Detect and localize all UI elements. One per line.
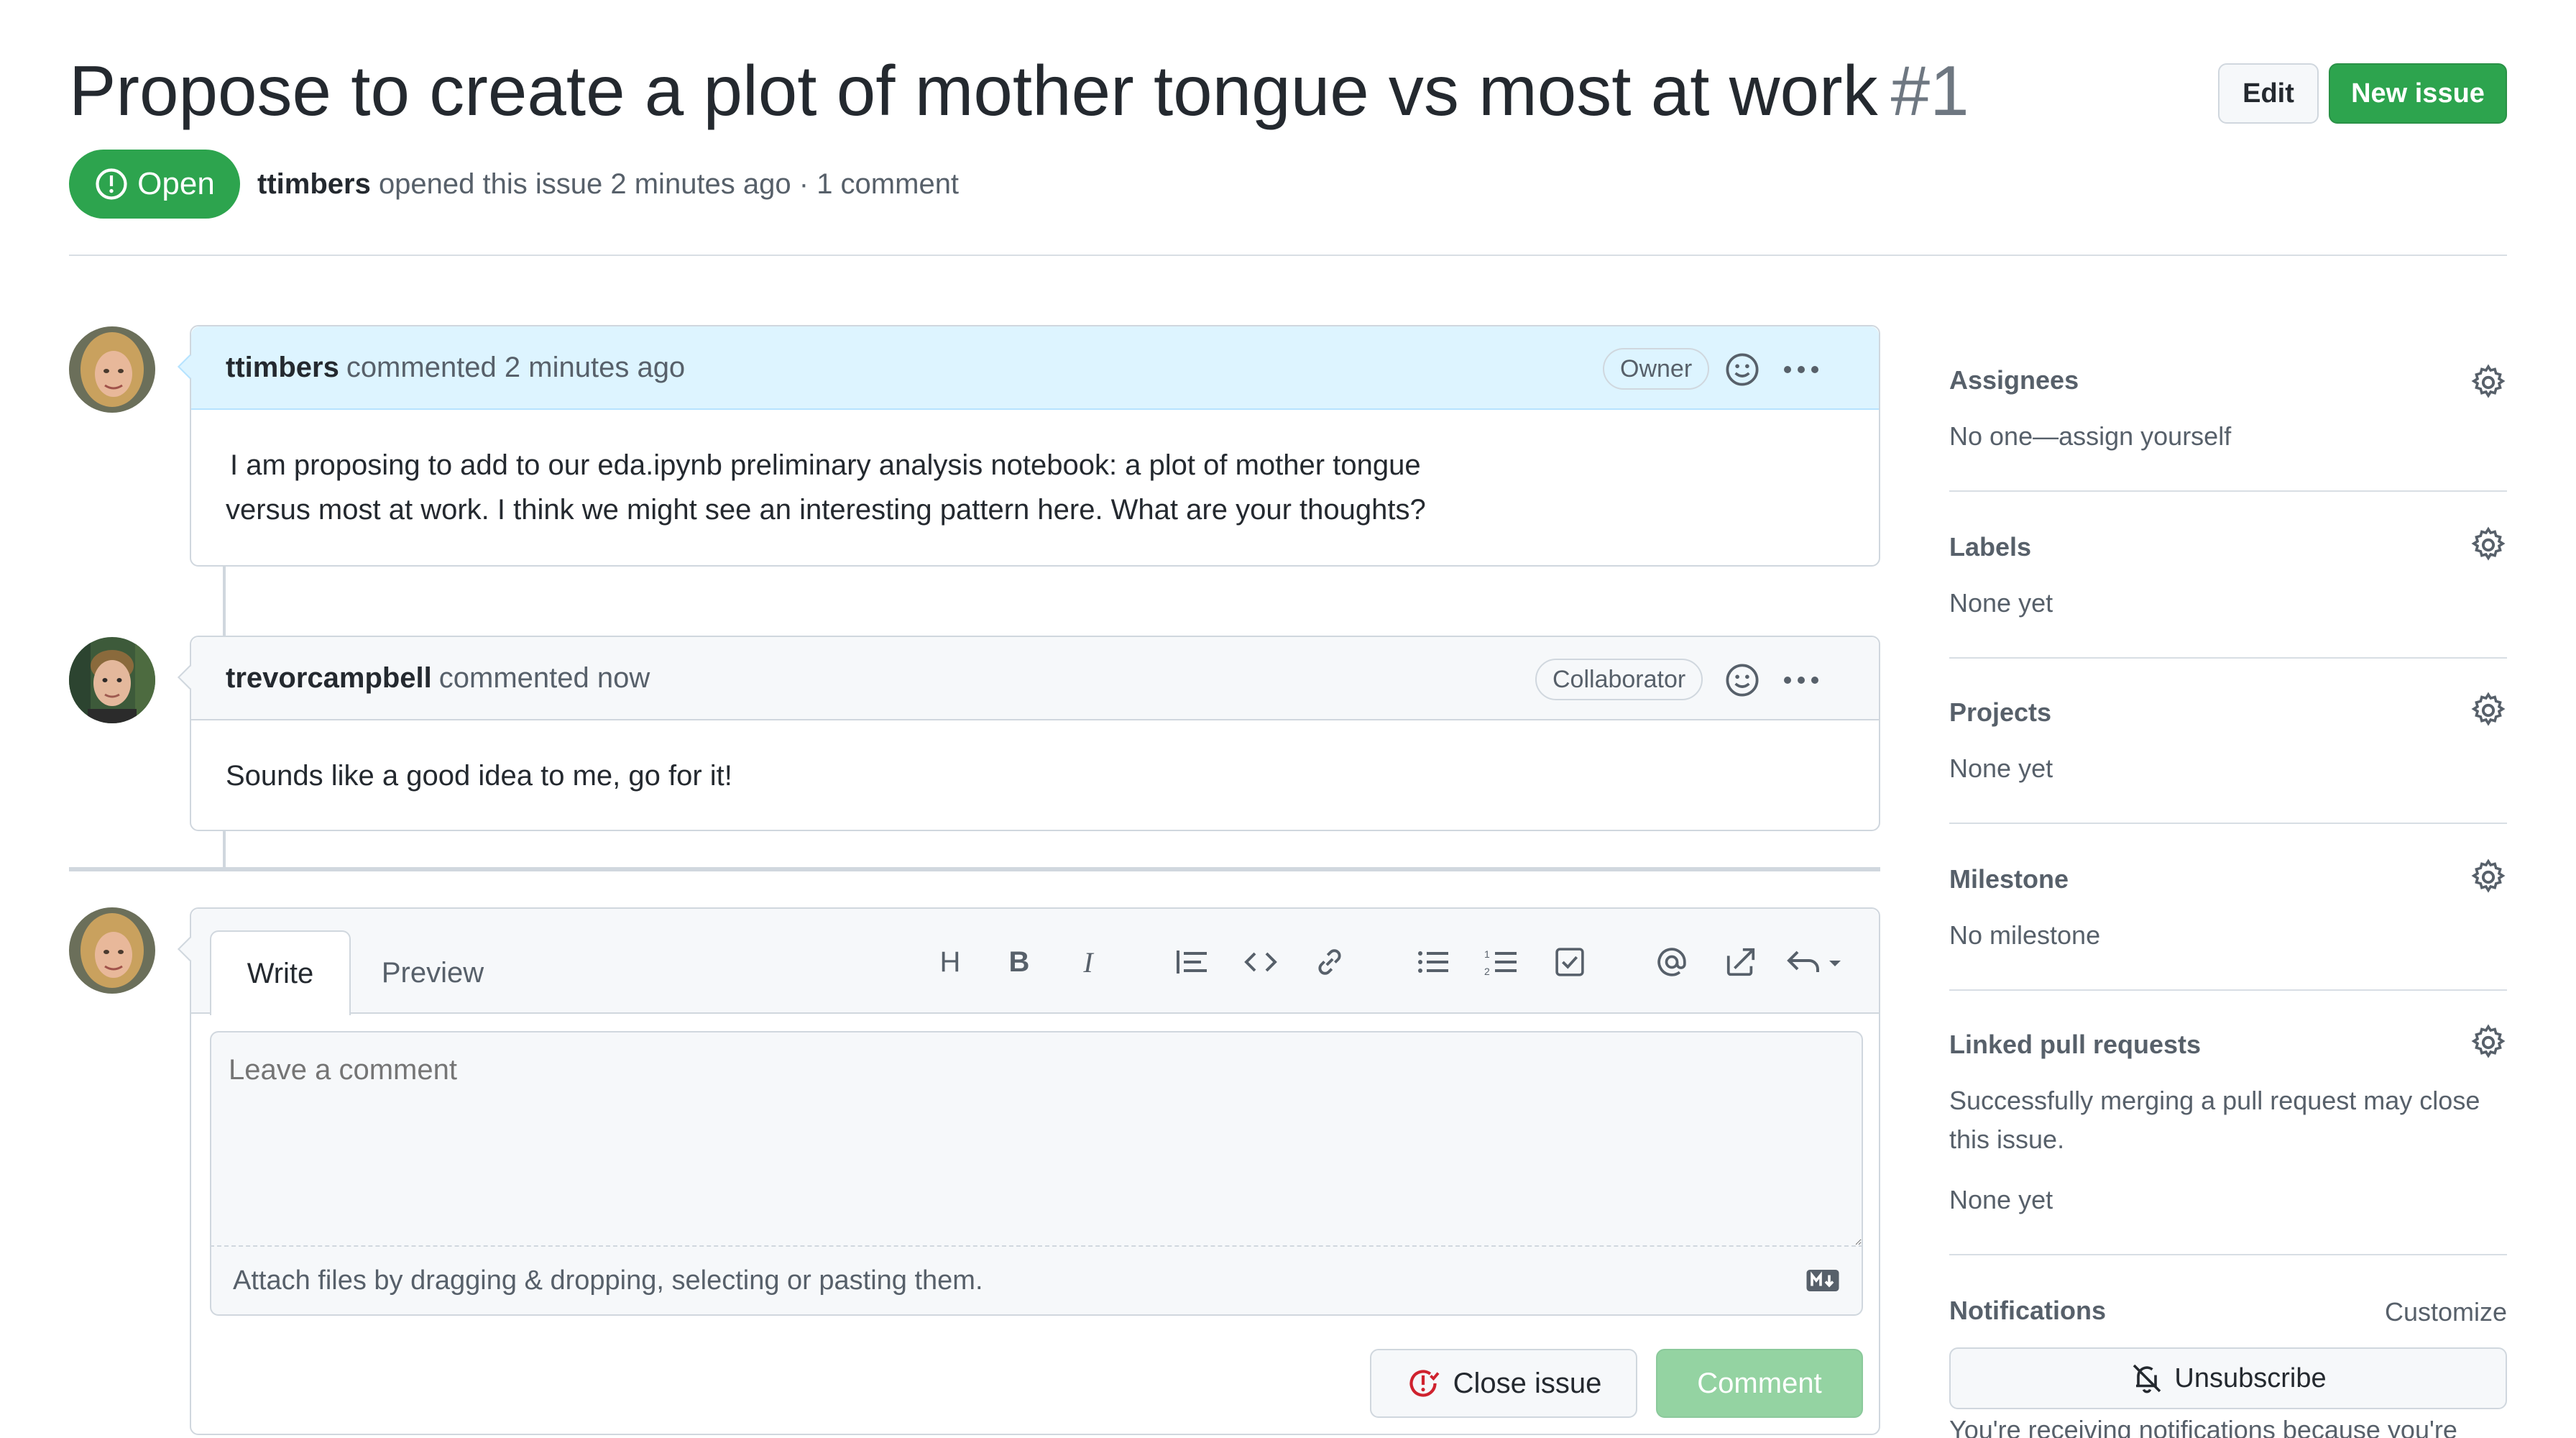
sidebar-divider bbox=[1949, 657, 2507, 659]
comment-timestamp[interactable]: commented now bbox=[439, 662, 650, 695]
comment-body: Sounds like a good idea to me, go for it… bbox=[226, 760, 732, 792]
task-list-icon[interactable] bbox=[1547, 939, 1593, 985]
header-divider bbox=[69, 255, 2507, 256]
reply-icon[interactable] bbox=[1782, 939, 1852, 985]
smiley-icon[interactable] bbox=[1724, 351, 1761, 388]
timeline-connector bbox=[223, 831, 226, 867]
link-icon[interactable] bbox=[1307, 939, 1353, 985]
new-issue-button[interactable]: New issue bbox=[2329, 63, 2507, 124]
labels-label[interactable]: Labels bbox=[1949, 532, 2031, 562]
svg-text:2: 2 bbox=[1484, 966, 1490, 977]
markdown-icon[interactable] bbox=[1806, 1268, 1840, 1293]
svg-text:1: 1 bbox=[1484, 948, 1490, 960]
comment-textarea[interactable] bbox=[210, 1031, 1863, 1247]
linked-pull-requests-value: None yet bbox=[1949, 1185, 2053, 1214]
comment-submit-button[interactable]: Comment bbox=[1656, 1349, 1863, 1418]
issue-meta-text: opened this issue 2 minutes ago · 1 comm… bbox=[378, 168, 960, 200]
kebab-horizontal-icon[interactable] bbox=[1782, 661, 1820, 699]
comment-timestamp[interactable]: commented 2 minutes ago bbox=[346, 352, 685, 384]
comment-header: trevorcampbell commented now Collaborato… bbox=[191, 637, 1879, 720]
edit-button[interactable]: Edit bbox=[2218, 63, 2319, 124]
milestone-value: No milestone bbox=[1949, 920, 2101, 950]
notifications-label: Notifications bbox=[1949, 1296, 2107, 1325]
comment-body: I am proposing to add to our eda.ipynb p… bbox=[191, 410, 1879, 565]
italic-icon[interactable]: I bbox=[1065, 939, 1111, 985]
issue-state-badge: Open bbox=[69, 150, 240, 219]
sidebar-divider bbox=[1949, 823, 2507, 824]
bold-icon[interactable]: B bbox=[996, 939, 1042, 985]
owner-badge: Owner bbox=[1603, 348, 1710, 390]
avatar-current-user[interactable] bbox=[69, 907, 155, 994]
tab-write[interactable]: Write bbox=[210, 930, 351, 1015]
unsubscribe-label: Unsubscribe bbox=[2174, 1363, 2327, 1393]
code-icon[interactable] bbox=[1238, 939, 1284, 985]
gear-icon[interactable] bbox=[2470, 1024, 2507, 1061]
comment-ttimbers: ttimbers commented 2 minutes ago Owner I… bbox=[178, 325, 1880, 567]
linked-description-line: this issue. bbox=[1949, 1125, 2065, 1154]
unordered-list-icon[interactable] bbox=[1410, 939, 1456, 985]
kebab-horizontal-icon[interactable] bbox=[1782, 351, 1820, 388]
unsubscribe-button[interactable]: Unsubscribe bbox=[1949, 1347, 2507, 1409]
attach-files-bar[interactable]: Attach files by dragging & dropping, sel… bbox=[210, 1247, 1863, 1316]
customize-link[interactable]: Customize bbox=[2385, 1297, 2507, 1327]
close-issue-button[interactable]: Close issue bbox=[1370, 1349, 1637, 1418]
gear-icon[interactable] bbox=[2470, 364, 2507, 401]
issue-meta: ttimbers opened this issue 2 minutes ago… bbox=[257, 162, 959, 206]
comment-author-link[interactable]: trevorcampbell bbox=[226, 662, 432, 695]
attach-files-text: Attach files by dragging & dropping, sel… bbox=[233, 1265, 983, 1296]
labels-value: None yet bbox=[1949, 588, 2053, 618]
comment-editor: Write Preview H B I 12 Leave a comment A… bbox=[178, 907, 1880, 1435]
heading-icon[interactable]: H bbox=[927, 939, 973, 985]
cross-reference-icon[interactable] bbox=[1718, 939, 1764, 985]
collaborator-badge: Collaborator bbox=[1535, 659, 1703, 700]
sidebar-divider bbox=[1949, 989, 2507, 991]
issue-opened-icon bbox=[96, 168, 127, 200]
projects-value: None yet bbox=[1949, 754, 2053, 783]
smiley-icon[interactable] bbox=[1724, 661, 1761, 699]
projects-label[interactable]: Projects bbox=[1949, 697, 2051, 728]
linked-pull-requests-description: Successfully merging a pull request may … bbox=[1949, 1081, 2480, 1159]
timeline-divider bbox=[69, 867, 1880, 871]
assignees-value[interactable]: No one—assign yourself bbox=[1949, 417, 2231, 456]
linked-pull-requests-label[interactable]: Linked pull requests bbox=[1949, 1030, 2201, 1060]
gear-icon[interactable] bbox=[2470, 858, 2507, 896]
avatar-trevorcampbell[interactable] bbox=[69, 637, 155, 723]
editor-toolbar: Write Preview H B I 12 bbox=[191, 909, 1879, 1015]
comment-trevorcampbell: trevorcampbell commented now Collaborato… bbox=[178, 636, 1880, 831]
quote-icon[interactable] bbox=[1169, 939, 1215, 985]
issue-title-text: Propose to create a plot of mother tongu… bbox=[69, 51, 1878, 130]
issue-number: #1 bbox=[1890, 51, 1969, 130]
timeline-connector bbox=[223, 567, 226, 636]
issue-author-link[interactable]: ttimbers bbox=[257, 168, 371, 200]
sidebar-divider bbox=[1949, 490, 2507, 492]
comment-body-line: versus most at work. I think we might se… bbox=[226, 494, 1426, 526]
issue-title: Propose to create a plot of mother tongu… bbox=[69, 47, 1969, 134]
sidebar-divider bbox=[1949, 1254, 2507, 1255]
bell-slash-icon bbox=[2133, 1364, 2161, 1393]
close-issue-label: Close issue bbox=[1453, 1367, 1602, 1399]
gear-icon[interactable] bbox=[2470, 692, 2507, 729]
ordered-list-icon[interactable]: 12 bbox=[1478, 939, 1524, 985]
avatar-ttimbers[interactable] bbox=[69, 326, 155, 413]
issue-closed-icon bbox=[1409, 1370, 1440, 1397]
notifications-reason: You're receiving notifications because y… bbox=[1949, 1415, 2457, 1438]
issue-state-label: Open bbox=[137, 166, 215, 201]
comment-author-link[interactable]: ttimbers bbox=[226, 352, 339, 384]
gear-icon[interactable] bbox=[2470, 526, 2507, 564]
linked-description-line: Successfully merging a pull request may … bbox=[1949, 1086, 2480, 1115]
comment-header: ttimbers commented 2 minutes ago Owner bbox=[191, 326, 1879, 410]
comment-body-line: I am proposing to add to our eda.ipynb p… bbox=[230, 449, 1421, 481]
tab-preview[interactable]: Preview bbox=[361, 930, 505, 1015]
mention-icon[interactable] bbox=[1649, 939, 1695, 985]
assignees-label[interactable]: Assignees bbox=[1949, 365, 2079, 395]
milestone-label[interactable]: Milestone bbox=[1949, 864, 2069, 894]
